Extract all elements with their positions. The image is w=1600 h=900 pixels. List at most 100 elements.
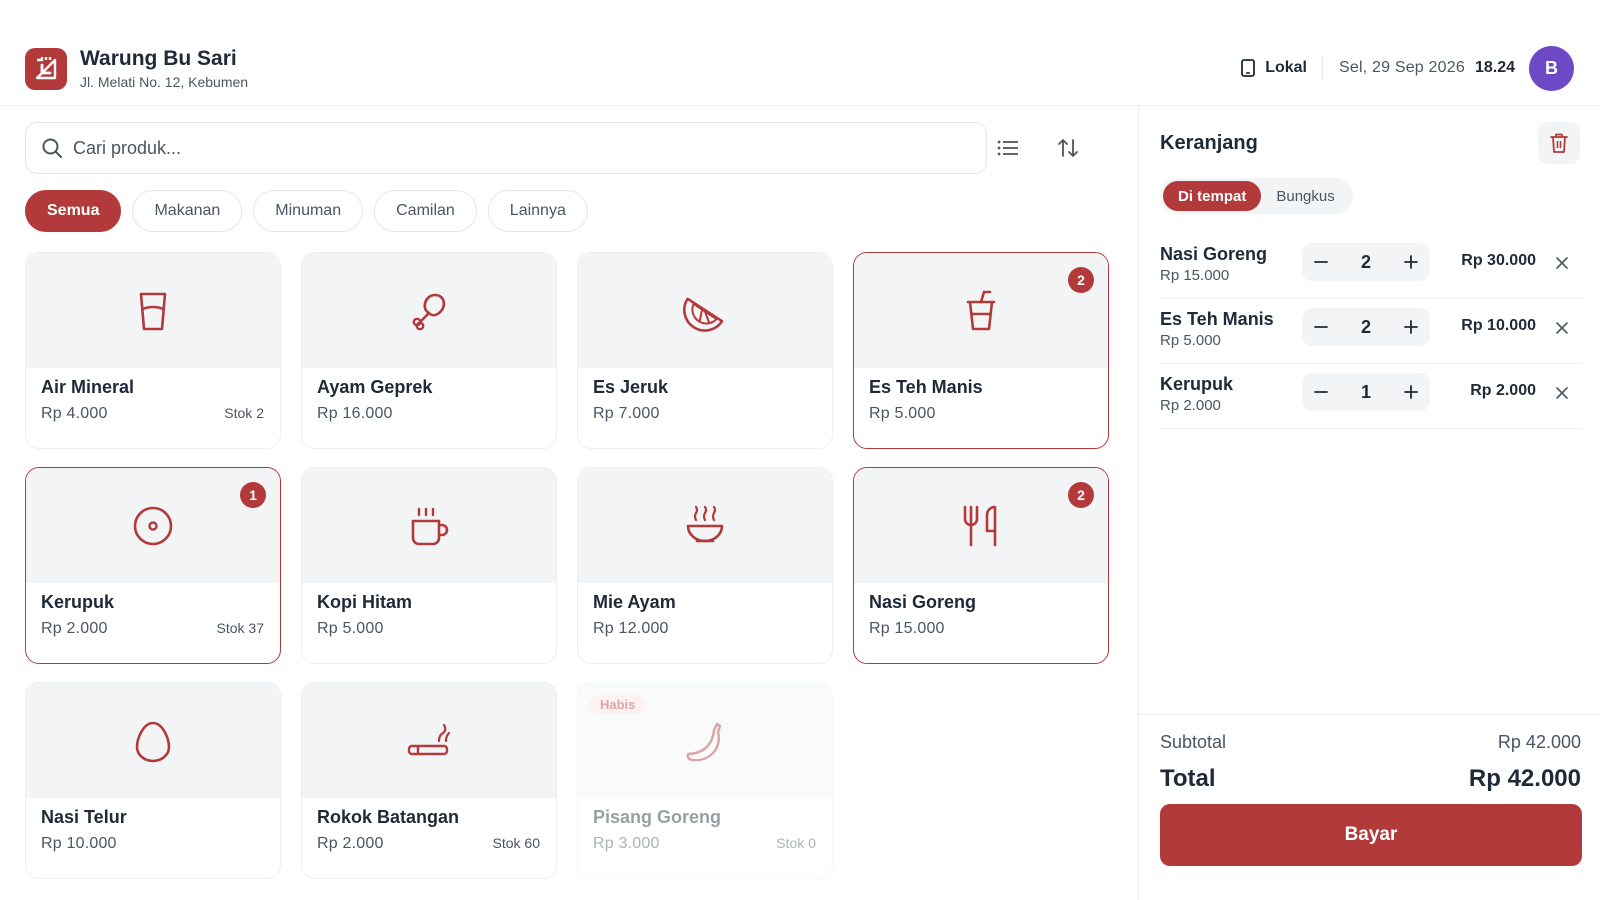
product-price: Rp 5.000 [317, 620, 384, 637]
product-card[interactable]: Air Mineral Rp 4.000 Stok 2 [25, 252, 281, 449]
drumstick-icon [412, 293, 446, 330]
product-card[interactable]: Kopi Hitam Rp 5.000 [301, 467, 557, 664]
plus-icon [1404, 385, 1418, 399]
cigarette-icon [407, 723, 451, 755]
subtotal-label: Subtotal [1160, 732, 1227, 752]
current-date: Sel, 29 Sep 2026 [1338, 59, 1465, 76]
sort-button[interactable] [1050, 130, 1086, 166]
cart-line-item: Es Teh Manis Rp 5.000 2 Rp 10.000 [1160, 299, 1582, 364]
close-icon [1556, 322, 1568, 334]
quantity-stepper: 1 [1302, 373, 1430, 411]
product-card[interactable]: Mie Ayam Rp 12.000 [577, 467, 833, 664]
product-card-sold-out: Habis Pisang Goreng Rp 3.000 Stok 0 [577, 682, 833, 879]
product-name: Nasi Telur [41, 807, 127, 827]
quantity-value: 2 [1360, 316, 1371, 337]
app-header: Warung Bu Sari Jl. Melati No. 12, Kebume… [0, 0, 1600, 106]
product-name: Es Jeruk [593, 377, 669, 397]
plus-icon [1404, 255, 1418, 269]
coffee-icon [411, 507, 449, 545]
cart-item-total: Rp 2.000 [1470, 382, 1536, 399]
store-name: Warung Bu Sari [80, 47, 237, 70]
increase-qty-button[interactable] [1400, 251, 1422, 273]
product-card[interactable]: Es Jeruk Rp 7.000 [577, 252, 833, 449]
cart-qty-badge: 2 [1068, 482, 1094, 508]
product-name: Rokok Batangan [317, 807, 460, 827]
product-price: Rp 2.000 [317, 835, 384, 852]
close-icon [1556, 387, 1568, 399]
product-price: Rp 3.000 [593, 835, 660, 852]
remove-item-button[interactable] [1550, 316, 1574, 340]
pay-button[interactable]: Bayar [1160, 804, 1582, 866]
product-name: Nasi Goreng [869, 592, 977, 612]
sort-icon [1058, 139, 1078, 157]
product-card[interactable]: 2 Nasi Goreng Rp 15.000 [853, 467, 1109, 664]
search-input[interactable] [73, 137, 933, 159]
product-name: Kopi Hitam [317, 592, 413, 612]
product-card[interactable]: Rokok Batangan Rp 2.000 Stok 60 [301, 682, 557, 879]
remove-item-button[interactable] [1550, 251, 1574, 275]
store-logo-icon [25, 48, 67, 90]
product-name: Ayam Geprek [317, 377, 433, 397]
connection-mode[interactable]: Lokal [1241, 56, 1323, 80]
category-filter: Semua Makanan Minuman Camilan Lainnya [25, 190, 588, 232]
total-value: Rp 42.000 [1468, 765, 1581, 792]
category-chip-camilan[interactable]: Camilan [374, 190, 477, 232]
list-view-button[interactable] [990, 130, 1026, 166]
product-price: Rp 15.000 [869, 620, 945, 637]
cart-line-item: Nasi Goreng Rp 15.000 2 Rp 30.000 [1160, 234, 1582, 299]
user-avatar[interactable]: B [1529, 45, 1574, 91]
minus-icon [1314, 261, 1328, 263]
plus-icon [1404, 320, 1418, 334]
disc-icon [133, 506, 173, 545]
cart-item-name: Nasi Goreng [1160, 244, 1268, 264]
decrease-qty-button[interactable] [1310, 251, 1332, 273]
cart-item-unit-price: Rp 2.000 [1160, 397, 1221, 414]
order-type-dine-in[interactable]: Di tempat [1163, 181, 1262, 211]
product-name: Mie Ayam [593, 592, 676, 612]
cart-item-unit-price: Rp 5.000 [1160, 332, 1221, 349]
cart-title: Keranjang [1160, 132, 1258, 154]
cart-item-total: Rp 10.000 [1461, 317, 1536, 334]
cart-panel: Keranjang Di tempat Bungkus Nasi Goreng … [1138, 106, 1600, 900]
product-price: Rp 4.000 [41, 405, 108, 422]
product-search[interactable] [25, 122, 987, 174]
glass-icon [139, 292, 167, 330]
remove-item-button[interactable] [1550, 381, 1574, 405]
product-card[interactable]: Ayam Geprek Rp 16.000 [301, 252, 557, 449]
category-chip-semua[interactable]: Semua [25, 190, 122, 232]
category-chip-minuman[interactable]: Minuman [253, 190, 364, 232]
product-price: Rp 7.000 [593, 405, 660, 422]
decrease-qty-button[interactable] [1310, 381, 1332, 403]
product-stock: Stok 2 [224, 405, 264, 421]
order-type-toggle: Di tempat Bungkus [1160, 178, 1353, 214]
product-card[interactable]: Nasi Telur Rp 10.000 [25, 682, 281, 879]
product-price: Rp 16.000 [317, 405, 393, 422]
product-price: Rp 5.000 [869, 405, 936, 422]
minus-icon [1314, 391, 1328, 393]
product-card[interactable]: 2 Es Teh Manis Rp 5.000 [853, 252, 1109, 449]
search-icon [42, 138, 62, 158]
product-stock: Stok 60 [492, 835, 540, 851]
subtotal-value: Rp 42.000 [1497, 732, 1581, 752]
quantity-stepper: 2 [1302, 243, 1430, 281]
cup-straw-icon [966, 290, 996, 330]
order-type-takeaway[interactable]: Bungkus [1261, 181, 1349, 211]
product-grid: Air Mineral Rp 4.000 Stok 2 Ayam Geprek … [25, 252, 1109, 879]
product-price: Rp 12.000 [593, 620, 669, 637]
increase-qty-button[interactable] [1400, 316, 1422, 338]
increase-qty-button[interactable] [1400, 381, 1422, 403]
category-chip-lainnya[interactable]: Lainnya [487, 190, 588, 232]
decrease-qty-button[interactable] [1310, 316, 1332, 338]
mode-label: Lokal [1265, 59, 1307, 76]
product-stock: Stok 37 [216, 620, 264, 636]
product-card[interactable]: 1 Kerupuk Rp 2.000 Stok 37 [25, 467, 281, 664]
utensils-icon [963, 505, 997, 546]
current-time: 18.24 [1474, 59, 1515, 76]
category-chip-makanan[interactable]: Makanan [132, 190, 243, 232]
clear-cart-button[interactable] [1538, 122, 1580, 164]
cart-qty-badge: 1 [240, 482, 266, 508]
tablet-icon [1241, 59, 1256, 77]
citrus-icon [683, 297, 724, 332]
product-name: Es Teh Manis [869, 377, 983, 397]
egg-icon [135, 721, 171, 762]
